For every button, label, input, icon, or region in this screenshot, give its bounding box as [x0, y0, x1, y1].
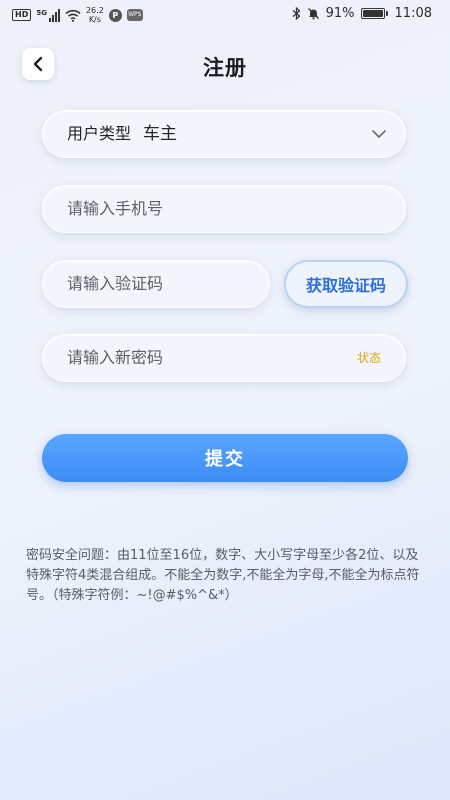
- wifi-icon: [65, 9, 81, 22]
- header: 注册: [0, 42, 450, 92]
- phone-input[interactable]: 请输入手机号: [42, 185, 406, 233]
- user-type-label: 用户类型: [67, 124, 132, 143]
- net-speed-unit: K/s: [88, 15, 101, 24]
- signal-label: 5G: [36, 8, 47, 17]
- mute-icon: [307, 8, 319, 20]
- get-verification-code-button[interactable]: 获取验证码: [284, 260, 408, 308]
- clock: 11:08: [394, 6, 432, 21]
- wps-notification-icon: WPS: [126, 9, 143, 21]
- status-bar-right: 91% 11:08: [292, 6, 432, 21]
- hd-badge: HD: [12, 9, 32, 21]
- status-bar-left: HD 5G 26.2 K/s P WPS: [12, 6, 143, 24]
- signal-icon: 5G: [36, 8, 60, 22]
- phone-placeholder: 请输入手机号: [67, 199, 164, 218]
- submit-button[interactable]: 提交: [42, 434, 408, 482]
- verification-code-input[interactable]: 请输入验证码: [42, 260, 270, 308]
- chevron-down-icon: [372, 130, 386, 138]
- app-notification-icon: P: [108, 8, 122, 22]
- verification-code-placeholder: 请输入验证码: [67, 274, 164, 293]
- password-visibility-toggle[interactable]: 状态: [357, 335, 381, 381]
- net-speed: 26.2 K/s: [86, 6, 104, 24]
- new-password-input[interactable]: 请输入新密码 状态: [42, 334, 406, 382]
- user-type-value: 车主: [143, 124, 178, 144]
- new-password-placeholder: 请输入新密码: [67, 348, 164, 367]
- user-type-select[interactable]: 用户类型 车主: [42, 110, 406, 158]
- status-bar: HD 5G 26.2 K/s P WPS 91% 11:08: [0, 0, 450, 30]
- battery-icon: [360, 8, 388, 19]
- password-rules-notice: 密码安全问题：由11位至16位，数字、大小写字母至少各2位、以及特殊字符4类混合…: [26, 548, 420, 603]
- battery-percent: 91%: [325, 6, 355, 21]
- page-title: 注册: [203, 56, 247, 80]
- user-type-text: 用户类型 车主: [67, 111, 177, 157]
- bluetooth-icon: [292, 7, 301, 20]
- net-speed-value: 26.2: [85, 6, 104, 15]
